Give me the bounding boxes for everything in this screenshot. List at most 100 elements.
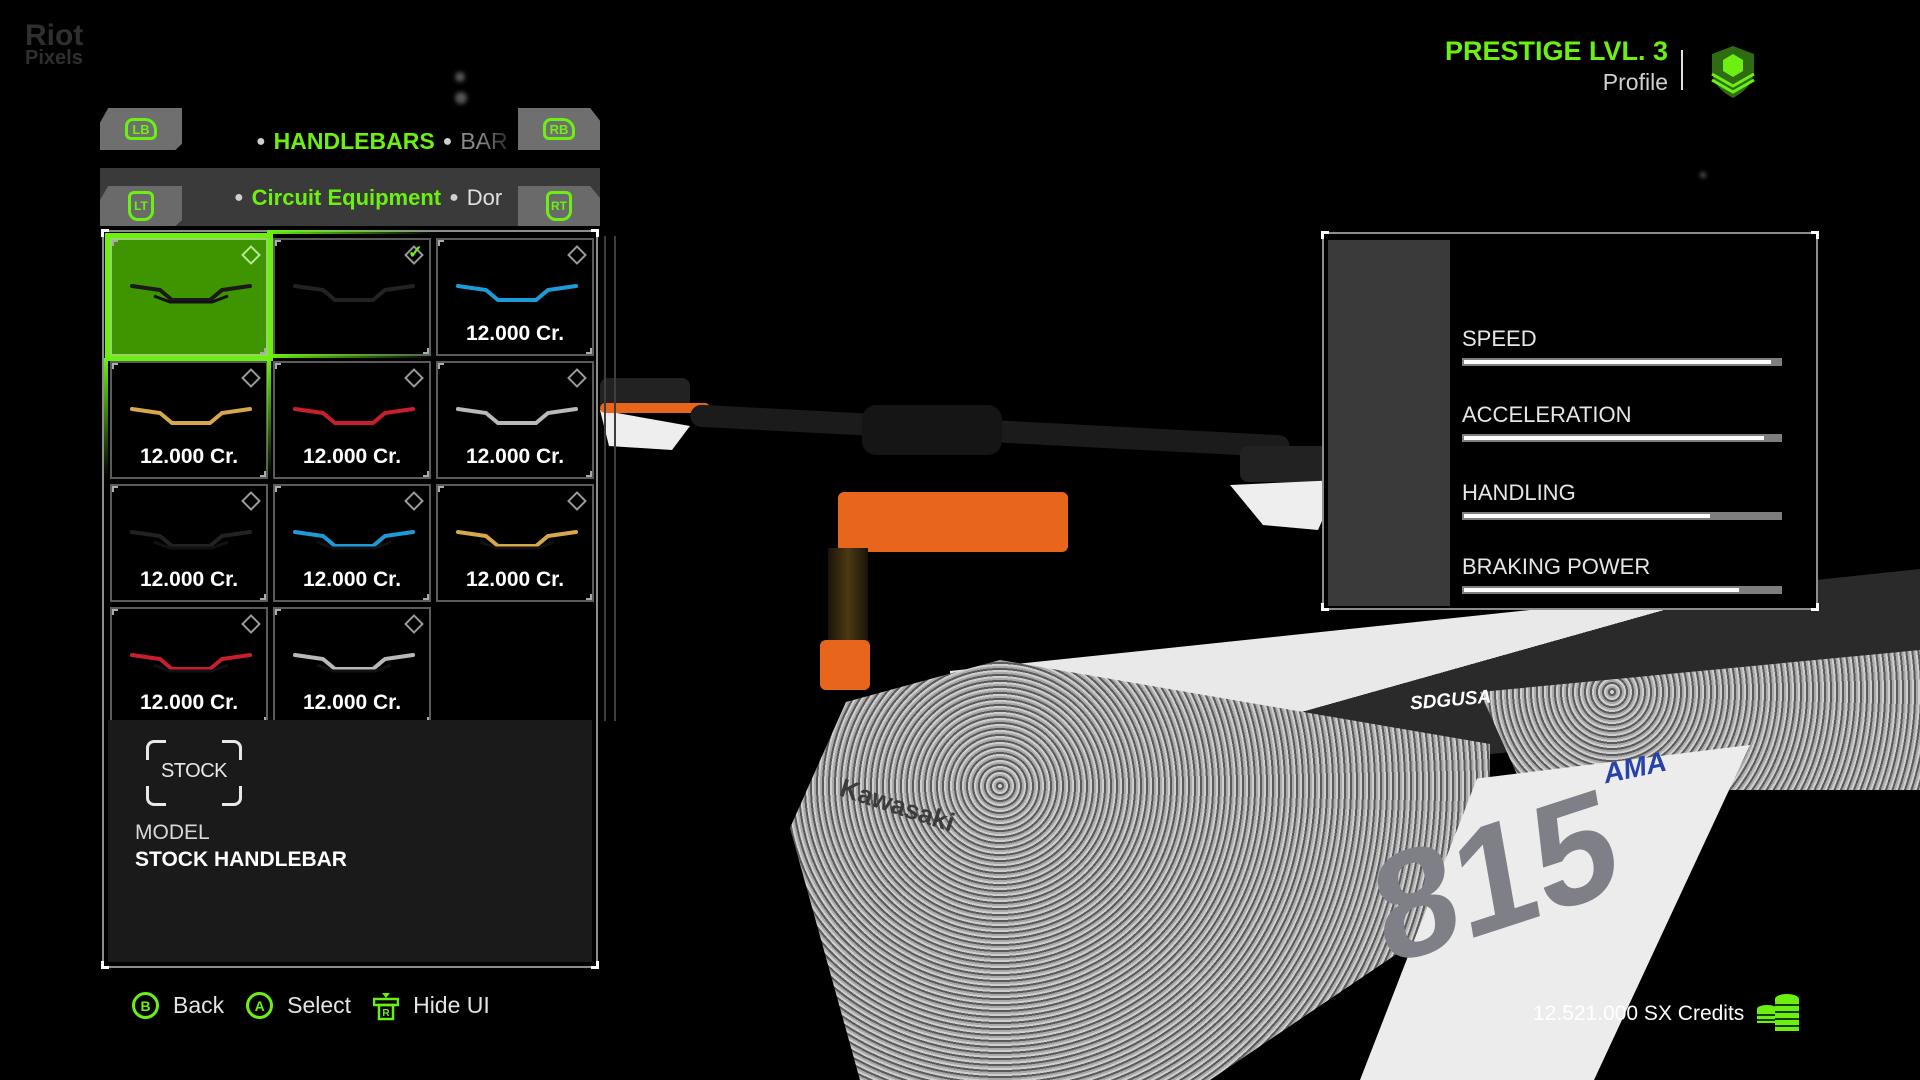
badge-corner [146,786,166,806]
subtab-next[interactable]: Dor [467,185,502,211]
lt-button[interactable]: LT [100,186,182,226]
item-price: 12.000 Cr. [302,445,402,468]
cell-corner [438,363,444,369]
cell-corner [260,348,266,354]
cell-corner [260,471,266,477]
credits-display: 12.521.000 SX Credits [1533,993,1800,1035]
handlebar-item[interactable]: 12.000 Cr. [110,607,268,725]
stat-fill [1464,588,1739,592]
item-price: 12.000 Cr. [465,322,565,345]
cell-corner [275,609,281,615]
handlebar-item[interactable]: 12.000 Cr. [273,607,431,725]
item-price: 12.000 Cr. [139,445,239,468]
panel-corner [591,961,599,969]
bokeh-light [455,92,467,104]
watermark: Riot Pixels [25,21,83,69]
diamond-icon [404,614,424,634]
back-button[interactable]: B Back [132,992,224,1019]
badge-corner [146,740,166,760]
diamond-icon [567,368,587,388]
cell-corner [112,486,118,492]
rb-icon: RB [543,118,575,140]
handlebar-thumbnail [293,407,415,425]
handlebar-item[interactable]: 12.000 Cr. [273,361,431,479]
scrollbar-track[interactable] [604,236,606,721]
handlebar-item[interactable]: ✓ [273,238,431,356]
item-price: 12.000 Cr. [139,691,239,714]
b-button-icon: B [132,992,159,1019]
diamond-icon [241,491,261,511]
rt-icon: RT [546,191,572,221]
tab-dot: ● [442,132,453,150]
stat-label: ACCELERATION [1462,402,1632,427]
prestige-shield-icon [1711,46,1755,98]
selection-glow [267,354,437,358]
select-button[interactable]: A Select [246,992,351,1019]
scrollbar-track[interactable] [614,236,616,721]
cell-corner [423,471,429,477]
tab-handlebars[interactable]: HANDLEBARS [274,128,435,155]
panel-corner [1811,231,1819,239]
triple-clamp [838,492,1068,552]
stock-badge-label: STOCK [160,760,228,782]
stats-panel: SPEED ACCELERATION HANDLING BRAKING POWE… [1321,231,1819,611]
handlebar-item[interactable]: 12.000 Cr. [436,238,594,356]
handlebar-thumbnail [293,653,415,673]
check-icon: ✓ [407,242,423,262]
handlebar-item[interactable]: 12.000 Cr. [110,361,268,479]
panel-corner [1811,603,1819,611]
panel-corner [591,229,599,237]
handlebar-thumbnail [456,284,578,302]
lb-button[interactable]: LB [100,108,182,150]
stat-label: SPEED [1462,326,1537,351]
rt-button[interactable]: RT [518,186,600,226]
tabs-fade [480,112,520,164]
stat-speed: SPEED [1462,326,1784,366]
profile-divider [1681,50,1683,90]
subtab-dot: ● [449,189,459,206]
a-button-icon: A [246,992,274,1019]
credits-amount: 12.521.000 SX Credits [1533,1002,1745,1025]
stat-fill [1464,360,1771,364]
diamond-icon [241,368,261,388]
stat-bar [1462,358,1782,366]
bokeh-light [1700,172,1706,178]
selection-glow [267,358,271,478]
cell-corner [438,486,444,492]
badge-corner [222,786,242,806]
lt-icon: LT [128,191,154,221]
handlebar-item[interactable]: 12.000 Cr. [273,484,431,602]
item-price: 12.000 Cr. [139,568,239,591]
stat-bar [1462,434,1782,442]
cell-corner [112,609,118,615]
handlebar-item[interactable] [105,233,273,361]
stat-braking-power: BRAKING POWER [1462,554,1784,594]
sub-tabs: ● Circuit Equipment ● Dor [232,183,522,219]
profile-header[interactable]: PRESTIGE LVL. 3 Profile [1445,36,1668,96]
hide-ui-button[interactable]: R Hide UI [372,992,490,1020]
selection-glow [104,358,108,478]
diamond-icon [404,368,424,388]
cell-corner [275,486,281,492]
handlebar-thumbnail [293,530,415,550]
cell-corner [438,240,444,246]
diamond-icon [567,491,587,511]
handlebar-item[interactable]: 12.000 Cr. [436,484,594,602]
fork-guard [820,640,870,690]
handlebar-thumbnail [130,407,252,425]
handlebar-thumbnail [293,284,415,302]
cell-corner [260,594,266,600]
handlebar-item[interactable]: 12.000 Cr. [110,484,268,602]
subtab-circuit-equipment[interactable]: Circuit Equipment [252,185,441,211]
handlebar-item[interactable]: 12.000 Cr. [436,361,594,479]
watermark-line2: Pixels [25,47,83,69]
select-label: Select [287,992,352,1018]
item-price: 12.000 Cr. [302,568,402,591]
prestige-level: PRESTIGE LVL. 3 [1444,36,1668,66]
tab-dot: ● [256,132,266,150]
back-label: Back [173,992,225,1018]
rb-button[interactable]: RB [518,108,600,150]
stat-bar [1462,512,1782,520]
hide-ui-label: Hide UI [413,992,490,1018]
stock-badge: STOCK [146,740,242,806]
